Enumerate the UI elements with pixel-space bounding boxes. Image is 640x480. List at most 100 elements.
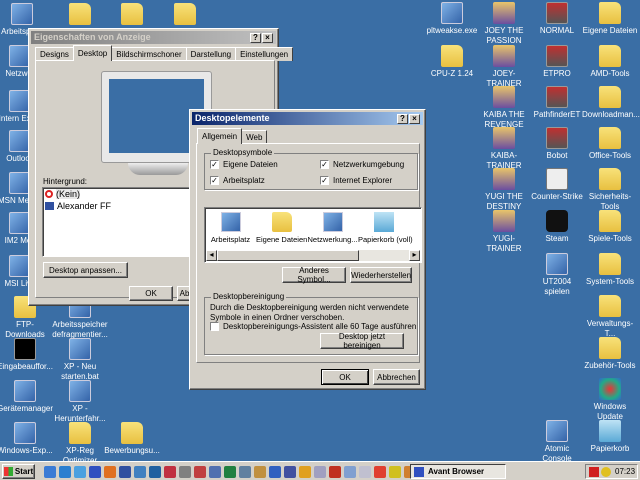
cancel-button[interactable]: Abbrechen (373, 369, 420, 385)
clock[interactable]: 07:23 (615, 467, 635, 476)
desktop-icon[interactable]: Counter-Strike (529, 168, 585, 202)
icon-list-item[interactable]: Arbeitsplatz (205, 212, 256, 244)
desktop-icon[interactable]: Atomic Console (529, 420, 585, 464)
desktop-icon[interactable]: KAIBA THE REVENGE (476, 86, 532, 130)
desktop-icon[interactable]: XP - Herunterfahr... (52, 380, 108, 424)
desktop-icon[interactable]: Sicherheits-Tools (582, 168, 638, 212)
desktop-icon[interactable]: Windows-Exp... (0, 422, 53, 456)
desktop-icon[interactable]: KAIBA-TRAINER (476, 127, 532, 171)
quick-launch-icon[interactable] (59, 466, 71, 478)
desktop-icon[interactable]: Zubehör-Tools (582, 337, 638, 371)
desktop-icon[interactable]: Eigene Dateien (582, 2, 638, 36)
desktop-icon[interactable]: XP-Reg Optimizer (52, 422, 108, 466)
quick-launch-icon[interactable] (239, 466, 251, 478)
desktop-icon[interactable]: UT2004 spielen (529, 253, 585, 297)
desktop-icon[interactable]: System-Tools (582, 253, 638, 287)
tab-web[interactable]: Web (241, 130, 268, 144)
quick-launch-icon[interactable] (89, 466, 101, 478)
help-button[interactable]: ? (397, 114, 408, 124)
desktop-icon[interactable]: Verwaltungs-T... (582, 295, 638, 339)
checkbox-box[interactable]: ✓ (210, 160, 219, 169)
quick-launch-icon[interactable] (119, 466, 131, 478)
quick-launch-icon[interactable] (374, 466, 386, 478)
quick-launch-icon[interactable] (389, 466, 401, 478)
icon-list-item[interactable]: Papierkorb (voll) (358, 212, 413, 244)
desktop-icon[interactable]: Office-Tools (582, 127, 638, 161)
tab-einstellungen[interactable]: Einstellungen (235, 47, 294, 61)
quick-launch-icon[interactable] (164, 466, 176, 478)
quick-launch-icon[interactable] (134, 466, 146, 478)
desktop-icon[interactable]: YUGI THE DESTINY (476, 168, 532, 212)
tab-desktop[interactable]: Desktop (72, 45, 113, 61)
desktop-icon[interactable]: AMD-Tools (582, 45, 638, 79)
desktop-icon[interactable]: Eingabeauffor... (0, 338, 53, 372)
quick-launch-icon[interactable] (344, 466, 356, 478)
checkbox-box[interactable]: ✓ (210, 176, 219, 185)
tab-allgemein[interactable]: Allgemein (197, 128, 243, 144)
scrollbar-thumb[interactable] (217, 250, 359, 261)
horizontal-scrollbar[interactable]: ◂ ▸ (206, 250, 420, 261)
checkbox-box[interactable]: ✓ (320, 176, 329, 185)
checkbox-arbeitsplatz[interactable]: ✓ Arbeitsplatz (210, 176, 265, 185)
checkbox-box[interactable]: ✓ (320, 160, 329, 169)
language-icon[interactable] (589, 466, 599, 477)
desktop-icon[interactable]: Windows Update (582, 378, 638, 422)
checkbox-internet-explorer[interactable]: ✓ Internet Explorer (320, 176, 392, 185)
tray-app-icon[interactable] (601, 466, 611, 477)
taskbar-item-avant-browser[interactable]: Avant Browser (410, 464, 506, 479)
close-button[interactable]: × (262, 33, 273, 43)
quick-launch-icon[interactable] (149, 466, 161, 478)
desktop-icon[interactable]: PathfinderET (529, 86, 585, 120)
customize-desktop-button[interactable]: Desktop anpassen... (43, 262, 128, 278)
desktop-icon[interactable]: XP - Neu starten.bat (52, 338, 108, 382)
desktop-icon[interactable]: Bobot (529, 127, 585, 161)
close-button[interactable]: × (409, 114, 420, 124)
desktop-icon[interactable]: JOEY THE PASSION (476, 2, 532, 46)
start-button[interactable]: Start (2, 464, 35, 479)
quick-launch-icon[interactable] (269, 466, 281, 478)
tab-designs[interactable]: Designs (35, 47, 74, 61)
quick-launch-icon[interactable] (254, 466, 266, 478)
checkbox-netzwerkumgebung[interactable]: ✓ Netzwerkumgebung (320, 160, 404, 169)
help-button[interactable]: ? (250, 33, 261, 43)
quick-launch-icon[interactable] (44, 466, 56, 478)
desktop-icon[interactable]: JOEY-TRAINER (476, 45, 532, 89)
quick-launch-icon[interactable] (194, 466, 206, 478)
quick-launch-icon[interactable] (329, 466, 341, 478)
desktop-icon[interactable]: CPU-Z 1.24 (424, 45, 480, 79)
desktop-icon[interactable]: YUGI-TRAINER (476, 210, 532, 254)
desktop-icon[interactable]: NORMAL (529, 2, 585, 36)
title-bar[interactable]: Desktopelemente ? × (192, 112, 423, 125)
desktop-icon[interactable]: Spiele-Tools (582, 210, 638, 244)
desktop-icon[interactable]: pltweakse.exe (424, 2, 480, 36)
desktop-icon[interactable]: Steam (529, 210, 585, 244)
quick-launch-icon[interactable] (209, 466, 221, 478)
quick-launch-icon[interactable] (74, 466, 86, 478)
quick-launch-icon[interactable] (179, 466, 191, 478)
quick-launch-icon[interactable] (224, 466, 236, 478)
desktop-icon[interactable]: Bewerbungsu... (104, 422, 160, 456)
desktop-icon[interactable]: Gerätemanager (0, 380, 53, 414)
desktop-icon-list[interactable]: Arbeitsplatz Eigene Dateien Netzwerkung...… (204, 207, 422, 263)
quick-launch-icon[interactable] (104, 466, 116, 478)
ok-button[interactable]: OK (129, 286, 173, 301)
quick-launch-icon[interactable] (299, 466, 311, 478)
change-icon-button[interactable]: Anderes Symbol... (282, 266, 346, 284)
desktop-icon[interactable]: Papierkorb (582, 420, 638, 454)
restore-button[interactable]: Wiederherstellen (350, 267, 412, 283)
desktop-icon[interactable]: Downloadman... (582, 86, 640, 120)
desktop-icon[interactable]: ETPRO (529, 45, 585, 79)
ok-button[interactable]: OK (321, 369, 369, 385)
cleanup-checkbox[interactable]: Desktopbereinigungs-Assistent alle 60 Ta… (210, 322, 416, 331)
checkbox-box[interactable] (210, 322, 219, 331)
title-bar[interactable]: Eigenschaften von Anzeige ? × (31, 31, 276, 44)
scroll-right-arrow-icon[interactable]: ▸ (409, 250, 420, 261)
scroll-left-arrow-icon[interactable]: ◂ (206, 250, 217, 261)
quick-launch-icon[interactable] (314, 466, 326, 478)
icon-list-item[interactable]: Netzwerkung... (307, 212, 358, 244)
checkbox-eigene-dateien[interactable]: ✓ Eigene Dateien (210, 160, 278, 169)
tab-darstellung[interactable]: Darstellung (185, 47, 237, 61)
quick-launch-icon[interactable] (359, 466, 371, 478)
icon-list-item[interactable]: Eigene Dateien (256, 212, 307, 244)
tab-bildschirmschoner[interactable]: Bildschirmschoner (111, 47, 187, 61)
